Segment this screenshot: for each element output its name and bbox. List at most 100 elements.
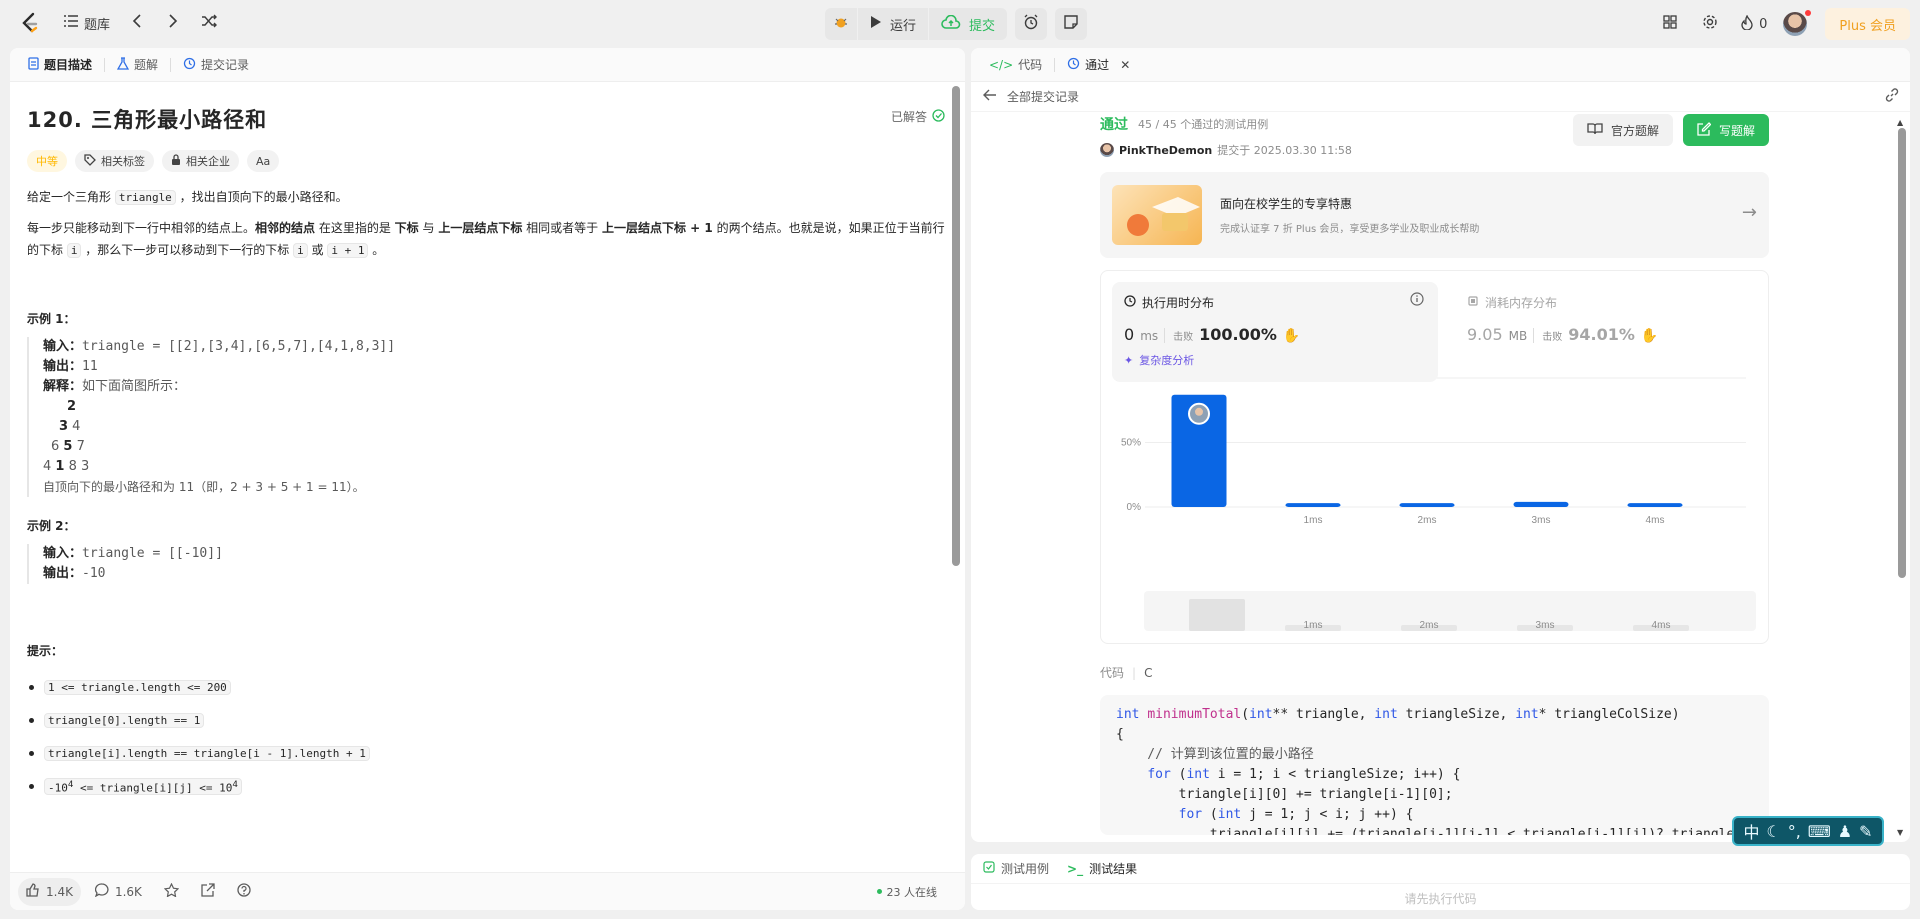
share-button[interactable] <box>193 878 223 906</box>
wrench-icon[interactable]: ✎ <box>1859 822 1872 841</box>
hints-title: 提示： <box>27 644 64 658</box>
navigator-label: 3ms <box>1536 620 1555 631</box>
example-explain: 如下面简图所示： <box>82 379 187 394</box>
moon-icon[interactable]: ☾ <box>1766 822 1780 841</box>
runtime-beats: 100.00% <box>1199 325 1277 344</box>
hint-part: <= triangle[i][j] <= 10 <box>73 781 233 795</box>
notes-button[interactable] <box>1055 8 1087 40</box>
info-icon[interactable] <box>1410 292 1424 309</box>
inline-code: triangle <box>114 190 176 205</box>
code-token: int <box>1116 707 1140 722</box>
streak-counter[interactable]: 0 <box>1735 9 1773 39</box>
scroll-up-icon[interactable]: ▲ <box>1897 118 1903 127</box>
user-avatar[interactable] <box>1783 10 1812 36</box>
ime-toolbar[interactable]: 中 ☾ °, ⌨ ♟ ✎ <box>1732 816 1884 846</box>
submit-label: 提交 <box>969 18 996 34</box>
left-scrollbar[interactable] <box>952 86 960 566</box>
description-paragraph-1: 给定一个三角形 triangle ，找出自顶向下的最小路径和。 <box>27 186 948 209</box>
all-submissions-link[interactable]: 全部提交记录 <box>1007 88 1079 105</box>
official-solution-label: 官方题解 <box>1610 123 1659 138</box>
link-icon[interactable] <box>1884 87 1900 106</box>
tab-testcase[interactable]: 测试用例 <box>983 860 1049 877</box>
x-tick-label: 2ms <box>1418 515 1437 526</box>
hint-sup: 4 <box>232 778 238 790</box>
navigator-label: 4ms <box>1652 620 1671 631</box>
tab-passed[interactable]: 通过 ✕ <box>1059 48 1138 82</box>
tab-description-label: 题目描述 <box>44 58 93 72</box>
font-size-button[interactable]: Aa <box>247 150 280 172</box>
favorite-button[interactable] <box>156 878 187 906</box>
debug-button[interactable] <box>825 8 857 40</box>
code-token: minimumTotal <box>1147 707 1242 722</box>
example-output: 11 <box>82 359 98 374</box>
desc-text: 相同或者等于 <box>522 221 602 235</box>
run-label: 运行 <box>890 18 917 34</box>
notification-dot <box>1805 10 1812 16</box>
next-problem-button[interactable] <box>158 8 188 38</box>
example-output: -10 <box>82 566 106 581</box>
related-companies-button[interactable]: 相关企业 <box>162 150 239 172</box>
write-solution-button[interactable]: 写题解 <box>1682 114 1769 146</box>
plus-member-button[interactable]: Plus 会员 <box>1825 8 1910 40</box>
right-scrollbar[interactable] <box>1898 128 1906 578</box>
random-problem-button[interactable] <box>194 8 224 38</box>
document-icon <box>28 56 39 73</box>
ime-language-label[interactable]: 中 <box>1743 819 1759 843</box>
comments-button[interactable]: 1.6K <box>87 878 150 906</box>
difficulty-badge[interactable]: 中等 <box>27 150 67 172</box>
submit-button[interactable]: 提交 <box>929 8 1007 40</box>
skin-icon[interactable]: ♟ <box>1838 822 1852 841</box>
code-line: triangle[i][j] += (triangle[i-1][j-1] < … <box>1116 825 1753 835</box>
tab-test-result-label: 测试结果 <box>1089 862 1138 876</box>
keyboard-icon[interactable]: ⌨ <box>1808 822 1831 841</box>
prev-problem-button[interactable] <box>122 8 152 38</box>
example-1-block: 输入：triangle = [[2],[3,4],[6,5,7],[4,1,8,… <box>27 337 948 497</box>
grid-layout-icon <box>1663 15 1677 33</box>
tab-solutions[interactable]: 题解 <box>109 48 166 82</box>
arrow-right-icon: → <box>1741 202 1757 223</box>
punctuation-icon[interactable]: °, <box>1788 822 1801 841</box>
student-promo-banner[interactable]: 面向在校学生的专享特惠 完成认证享 7 折 Plus 会员，享受更多学业及职业成… <box>1100 172 1769 258</box>
note-icon <box>1064 15 1078 33</box>
code-language: C <box>1144 665 1153 680</box>
tab-submissions[interactable]: 提交记录 <box>175 48 257 82</box>
desc-text: ，那么下一步可以移动到下一行的下标 <box>81 243 294 257</box>
settings-button[interactable] <box>1695 9 1725 39</box>
related-tags-button[interactable]: 相关标签 <box>75 150 154 172</box>
problem-bank-button[interactable]: 题库 <box>58 8 116 38</box>
timer-button[interactable] <box>1015 8 1047 40</box>
code-token: int <box>1186 767 1210 782</box>
memory-card[interactable]: 消耗内存分布 9.05 MB 击败 94.01% ✋ <box>1455 282 1755 356</box>
triangle-row-3: 7 <box>72 439 85 454</box>
runtime-card[interactable]: 执行用时分布 0 ms 击败 100.00% ✋ ✦ 复杂度分析 <box>1112 282 1438 382</box>
tab-description[interactable]: 题目描述 <box>20 48 100 82</box>
username[interactable]: PinkTheDemon <box>1119 144 1212 157</box>
leetcode-logo[interactable] <box>16 9 44 37</box>
like-count: 1.4K <box>46 884 73 899</box>
tab-test-result[interactable]: >_ 测试结果 <box>1067 860 1137 877</box>
tab-code-label: 代码 <box>1018 58 1043 72</box>
desc-text: 每一步只能移动到下一行中相邻的结点上。 <box>27 221 256 235</box>
history-icon <box>1067 57 1080 73</box>
navigator-label: 2ms <box>1420 620 1439 631</box>
official-solution-button[interactable]: 官方题解 <box>1572 114 1673 146</box>
close-icon[interactable]: ✕ <box>1120 58 1130 72</box>
run-button[interactable]: 运行 <box>858 8 928 40</box>
layout-button[interactable] <box>1655 9 1685 39</box>
tab-code[interactable]: </> 代码 <box>981 48 1050 82</box>
help-button[interactable] <box>229 878 259 906</box>
arrow-left-icon[interactable] <box>983 89 997 104</box>
chart-bar <box>1285 503 1341 507</box>
explain-label: 解释： <box>43 379 83 394</box>
submitted-code[interactable]: int minimumTotal(int** triangle, int tri… <box>1100 695 1769 835</box>
like-button[interactable]: 1.4K <box>18 877 81 906</box>
code-line: { <box>1116 725 1753 745</box>
scroll-down-icon[interactable]: ▼ <box>1897 828 1903 837</box>
related-tags-label: 相关标签 <box>101 155 145 168</box>
checkbox-icon <box>983 861 995 876</box>
chip-icon <box>1467 295 1479 310</box>
console-panel: 测试用例 >_ 测试结果 请先执行代码 <box>971 854 1910 910</box>
code-token: ( <box>1202 807 1218 822</box>
cloud-upload-icon <box>941 14 961 33</box>
complexity-analysis-link[interactable]: ✦ 复杂度分析 <box>1124 352 1426 368</box>
